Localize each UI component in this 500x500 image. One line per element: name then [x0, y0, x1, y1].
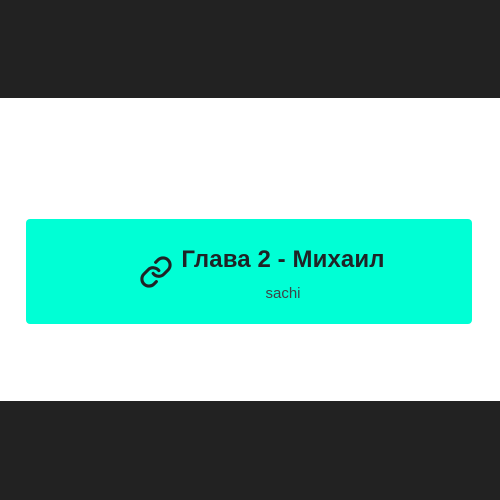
- link-icon: [139, 255, 173, 289]
- top-letterbox: [0, 0, 500, 98]
- link-card[interactable]: Глава 2 - Михаил sachi: [26, 219, 472, 324]
- link-card-text: Глава 2 - Михаил sachi: [173, 219, 393, 324]
- link-card-subtitle: sachi: [265, 285, 301, 302]
- bottom-letterbox: [0, 401, 500, 500]
- link-card-title: Глава 2 - Михаил: [181, 246, 385, 273]
- content-area: Глава 2 - Михаил sachi: [0, 98, 500, 401]
